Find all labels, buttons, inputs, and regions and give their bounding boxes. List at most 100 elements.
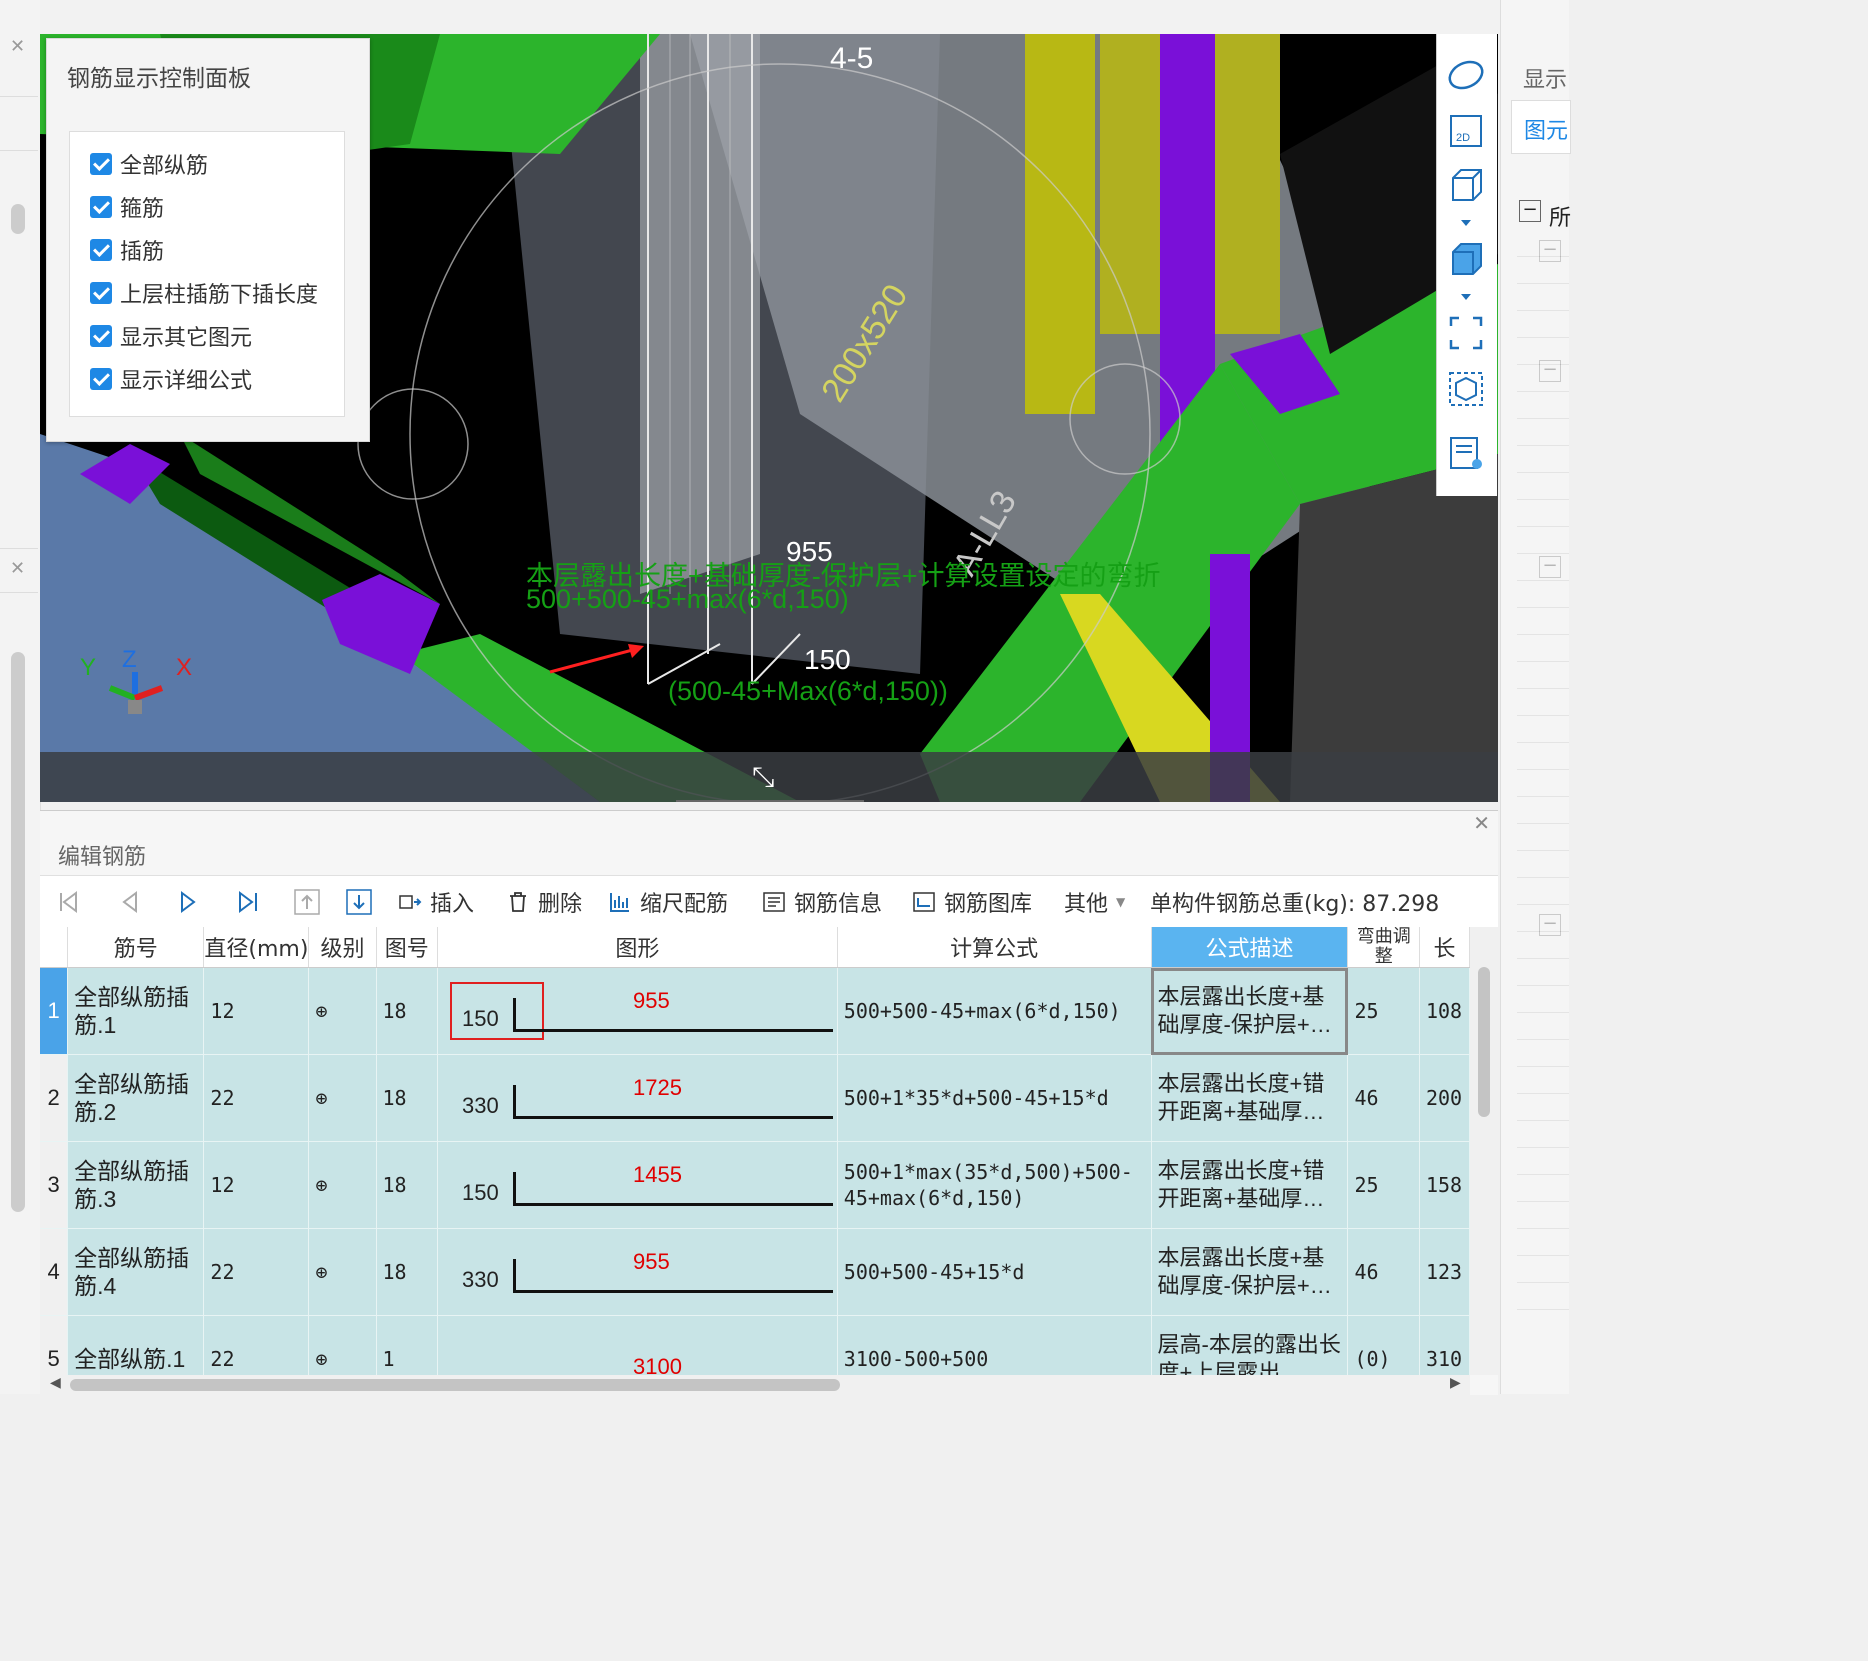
option-upper-dowel-length[interactable]: 上层柱插筋下插长度 [90,277,318,309]
row-number[interactable]: 4 [40,1228,69,1316]
rebar-name[interactable]: 全部纵筋插筋.1 [67,967,205,1055]
checkbox-checked-icon[interactable] [90,325,112,347]
formula[interactable]: 500+500-45+15*d [837,1228,1152,1316]
checkbox-checked-icon[interactable] [90,282,112,304]
header-cell[interactable]: 级别 [308,927,377,968]
checkbox-checked-icon[interactable] [90,196,112,218]
length[interactable]: 108 [1419,967,1470,1055]
header-cell[interactable]: 筋号 [67,927,205,968]
formula[interactable]: 500+1*max(35*d,500)+500-45+max(6*d,150) [837,1141,1152,1229]
checkbox-checked-icon[interactable] [90,239,112,261]
header-cell[interactable]: 计算公式 [837,927,1152,968]
length[interactable]: 310 [1419,1315,1470,1375]
insert-button[interactable]: 插入 [398,886,474,918]
rebar-library-button[interactable]: 钢筋图库 [912,886,1032,918]
checkbox-checked-icon[interactable] [90,368,112,390]
next-record-button[interactable] [176,886,200,918]
shape-cell[interactable]: 330 1725 [437,1054,838,1142]
row-number[interactable]: 3 [40,1141,69,1229]
figure-no[interactable]: 18 [376,1228,438,1316]
grade[interactable]: ⊕ [308,1054,377,1142]
vertical-scrollbar[interactable] [1470,927,1498,1375]
view-2d-icon[interactable]: 2D [1447,112,1485,150]
shape-cell[interactable]: 150 1455 [437,1141,838,1229]
grade[interactable]: ⊕ [308,1315,377,1375]
scrollbar-thumb[interactable] [1478,967,1490,1117]
properties-icon[interactable] [1447,434,1485,472]
figure-no[interactable]: 18 [376,1054,438,1142]
scroll-right-icon[interactable]: ▶ [1450,1375,1461,1391]
table-row[interactable]: 4 全部纵筋插筋.4 22 ⊕ 18 330 955 500+500-45+15*… [40,1228,1470,1316]
diameter[interactable]: 12 [203,1141,310,1229]
figure-no[interactable]: 1 [376,1315,438,1375]
formula-description[interactable]: 本层露出长度+基础厚度-保护层+… [1151,967,1349,1055]
rebar-info-button[interactable]: 钢筋信息 [762,886,882,918]
grade[interactable]: ⊕ [308,967,377,1055]
chevron-down-icon[interactable] [1447,212,1485,232]
scale-rebar-button[interactable]: 缩尺配筋 [608,886,728,918]
header-cell[interactable]: 图形 [437,927,838,968]
close-icon[interactable]: ✕ [10,558,25,579]
table-row[interactable]: 3 全部纵筋插筋.3 12 ⊕ 18 150 1455 500+1*max(35*… [40,1141,1470,1229]
diameter[interactable]: 12 [203,967,310,1055]
option-show-other-elements[interactable]: 显示其它图元 [90,320,252,352]
solid-cube-icon[interactable] [1447,240,1485,278]
move-up-button[interactable] [294,886,320,918]
bend-adjust[interactable]: 46 [1347,1054,1420,1142]
rebar-name[interactable]: 全部纵筋.1 [67,1315,205,1375]
grade[interactable]: ⊕ [308,1141,377,1229]
shape-cell[interactable]: 330 955 [437,1228,838,1316]
figure-no[interactable]: 18 [376,967,438,1055]
move-down-button[interactable] [346,886,372,918]
diameter[interactable]: 22 [203,1054,310,1142]
delete-button[interactable]: 删除 [506,886,582,918]
option-dowel[interactable]: 插筋 [90,234,164,266]
axis-gizmo[interactable]: Z Y X [80,646,200,720]
chevron-down-icon[interactable] [1447,286,1485,306]
option-stirrup[interactable]: 箍筋 [90,191,164,223]
table-row[interactable]: 1 全部纵筋插筋.1 12 ⊕ 18 150 955 500+500-45+max… [40,967,1470,1055]
formula[interactable]: 500+500-45+max(6*d,150) [837,967,1152,1055]
shape-cell[interactable]: 150 955 [437,967,838,1055]
checkbox-checked-icon[interactable] [90,153,112,175]
scrollbar-thumb[interactable] [70,1379,840,1391]
orbit-icon[interactable] [1447,56,1485,94]
row-number[interactable]: 1 [40,967,69,1055]
view-3d-icon[interactable] [1447,166,1485,204]
length[interactable]: 123 [1419,1228,1470,1316]
formula[interactable]: 500+1*35*d+500-45+15*d [837,1054,1152,1142]
other-dropdown[interactable]: 其他 ▼ [1064,886,1125,918]
prev-record-button[interactable] [118,886,142,918]
diameter[interactable]: 22 [203,1228,310,1316]
element-tab[interactable]: 图元 [1511,100,1571,154]
row-number[interactable]: 5 [40,1315,69,1375]
last-record-button[interactable] [236,886,260,918]
formula-description[interactable]: 本层露出长度+错开距离+基础厚… [1151,1141,1349,1229]
header-cell-selected[interactable]: 公式描述 [1151,927,1349,968]
formula[interactable]: 3100-500+500 [837,1315,1152,1375]
first-record-button[interactable] [56,886,80,918]
element-view-icon[interactable] [1447,370,1485,408]
close-icon[interactable]: ✕ [10,36,25,57]
bend-adjust[interactable]: 46 [1347,1228,1420,1316]
scroll-left-icon[interactable]: ◀ [50,1375,61,1391]
length[interactable]: 200 [1419,1054,1470,1142]
bend-adjust[interactable]: (0) [1347,1315,1420,1375]
shape-cell[interactable]: 3100 [437,1315,838,1375]
scrollbar-thumb[interactable] [11,204,25,234]
length[interactable]: 158 [1419,1141,1470,1229]
bend-adjust[interactable]: 25 [1347,1141,1420,1229]
rebar-name[interactable]: 全部纵筋插筋.3 [67,1141,205,1229]
fit-view-icon[interactable] [1447,314,1485,352]
display-tab[interactable]: 显示 [1523,62,1567,94]
table-row[interactable]: 5 全部纵筋.1 22 ⊕ 1 3100 3100-500+500 层高-本层的… [40,1315,1470,1375]
figure-no[interactable]: 18 [376,1141,438,1229]
header-cell[interactable]: 图号 [376,927,438,968]
diameter[interactable]: 22 [203,1315,310,1375]
formula-description[interactable]: 本层露出长度+错开距离+基础厚… [1151,1054,1349,1142]
option-show-detailed-formula[interactable]: 显示详细公式 [90,363,252,395]
rebar-name[interactable]: 全部纵筋插筋.2 [67,1054,205,1142]
collapse-icon[interactable]: − [1519,200,1541,222]
bend-adjust[interactable]: 25 [1347,967,1420,1055]
scrollbar-thumb[interactable] [11,652,25,1212]
